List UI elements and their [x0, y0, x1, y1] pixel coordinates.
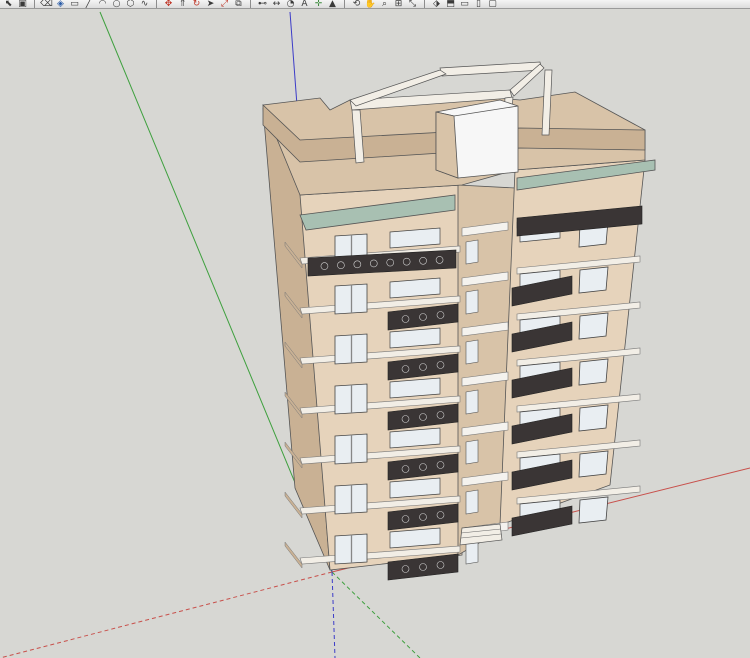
- scale-icon[interactable]: ⤢: [218, 0, 231, 8]
- freehand-icon[interactable]: ∿: [138, 0, 151, 8]
- stair-window[interactable]: [465, 339, 479, 365]
- eraser-icon[interactable]: ⌫: [40, 0, 53, 8]
- main-toolbar: ⬉ ▣ ⌫ ◈ ▭ ╱ ◠ ○ ⬡ ∿ ✥ ⇑ ↻ ➤ ⤢ ⧉ ⊷ ↔ ◔ A ✛ ▲ ⟲ ✋ ⌕ ⊞ ⤡ ⬗ ⬒ ▭ ▯ ▢: [0, 0, 750, 9]
- green-axis-dashed: [331, 571, 421, 658]
- text-tool-icon[interactable]: A: [298, 0, 311, 8]
- scene-canvas[interactable]: [0, 10, 750, 658]
- arc-icon[interactable]: ◠: [96, 0, 109, 8]
- follow-me-icon[interactable]: ➤: [204, 0, 217, 8]
- protractor-icon[interactable]: ◔: [284, 0, 297, 8]
- stair-window[interactable]: [465, 389, 479, 415]
- tape-measure-icon[interactable]: ⊷: [256, 0, 269, 8]
- toolbar-separator: [34, 0, 35, 8]
- front-view-icon[interactable]: ▭: [458, 0, 471, 8]
- stair-tower-box[interactable]: [435, 99, 519, 179]
- orbit-icon[interactable]: ⟲: [350, 0, 363, 8]
- zoom-extents-icon[interactable]: ⤡: [406, 0, 419, 8]
- top-view-icon[interactable]: ⬒: [444, 0, 457, 8]
- stair-window[interactable]: [465, 439, 479, 465]
- stair-window[interactable]: [465, 489, 479, 515]
- rotate-icon[interactable]: ↻: [190, 0, 203, 8]
- 3d-text-icon[interactable]: ▲: [326, 0, 339, 8]
- iso-view-icon[interactable]: ⬗: [430, 0, 443, 8]
- stair-window[interactable]: [465, 239, 479, 265]
- red-axis-dashed: [0, 571, 333, 658]
- make-component-icon[interactable]: ▣: [16, 0, 29, 8]
- pan-icon[interactable]: ✋: [364, 0, 377, 8]
- blue-axis-dashed: [331, 571, 336, 658]
- move-icon[interactable]: ✥: [162, 0, 175, 8]
- toolbar-separator: [344, 0, 345, 8]
- model-viewport[interactable]: [0, 10, 750, 658]
- polygon-icon[interactable]: ⬡: [124, 0, 137, 8]
- rectangle-icon[interactable]: ▭: [68, 0, 81, 8]
- back-view-icon[interactable]: ▢: [486, 0, 499, 8]
- line-tool-icon[interactable]: ╱: [82, 0, 95, 8]
- toolbar-separator: [156, 0, 157, 8]
- zoom-window-icon[interactable]: ⊞: [392, 0, 405, 8]
- dimension-icon[interactable]: ↔: [270, 0, 283, 8]
- select-tool-icon[interactable]: ⬉: [2, 0, 15, 8]
- circle-icon[interactable]: ○: [110, 0, 123, 8]
- zoom-icon[interactable]: ⌕: [378, 0, 391, 8]
- toolbar-separator: [250, 0, 251, 8]
- push-pull-icon[interactable]: ⇑: [176, 0, 189, 8]
- offset-icon[interactable]: ⧉: [232, 0, 245, 8]
- axes-icon[interactable]: ✛: [312, 0, 325, 8]
- stair-window[interactable]: [465, 289, 479, 315]
- toolbar-separator: [424, 0, 425, 8]
- right-view-icon[interactable]: ▯: [472, 0, 485, 8]
- paint-bucket-icon[interactable]: ◈: [54, 0, 67, 8]
